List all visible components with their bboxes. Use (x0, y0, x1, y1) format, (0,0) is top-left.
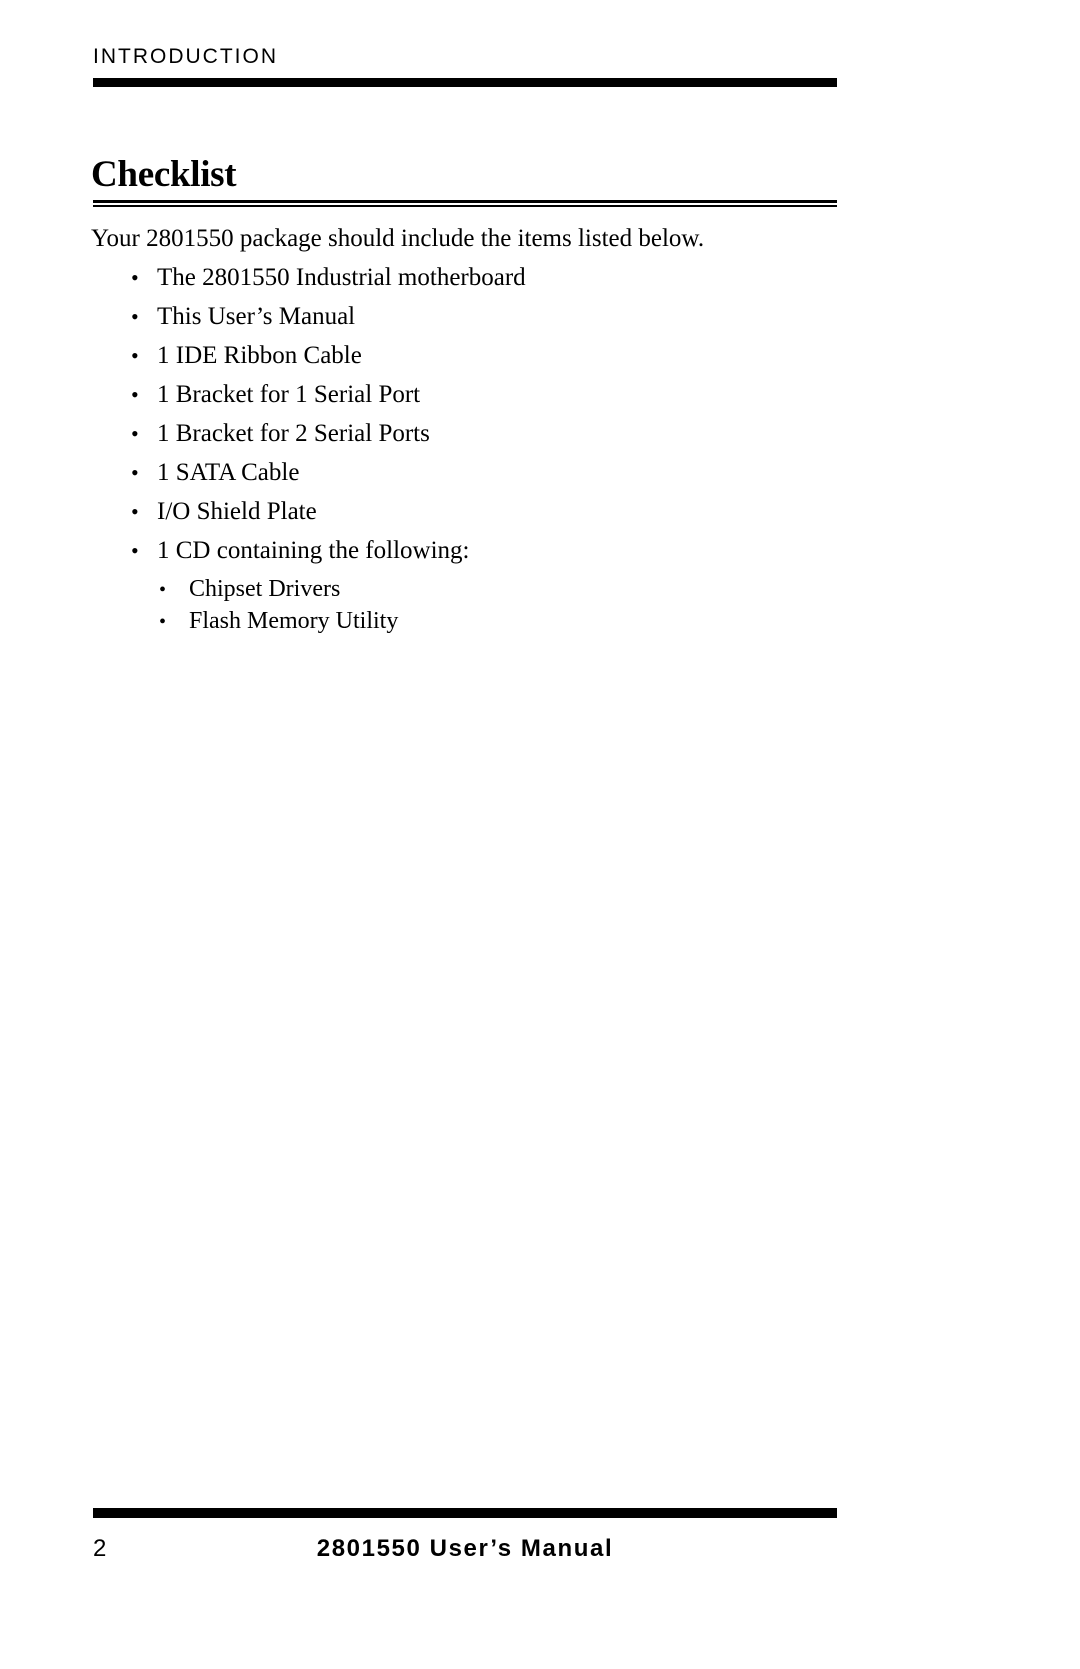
list-item-label: 1 Bracket for 2 Serial Ports (157, 420, 430, 447)
page-footer: 2 2801550 User’s Manual (93, 1532, 837, 1566)
list-item: • This User’s Manual (91, 304, 881, 343)
heading-rule-thin (93, 205, 837, 207)
intro-paragraph: Your 2801550 package should include the … (91, 225, 705, 252)
list-item: • 1 CD containing the following: (91, 538, 881, 577)
bullet-icon: • (131, 304, 139, 329)
list-item-label: I/O Shield Plate (157, 498, 317, 525)
nested-list-item-label: Flash Memory Utility (189, 608, 399, 634)
page-title: Checklist (91, 154, 237, 195)
bullet-icon: • (131, 265, 139, 290)
nested-list: • Chipset Drivers • Flash Memory Utility (91, 577, 881, 641)
bullet-icon: • (131, 499, 139, 524)
running-header: INTRODUCTION (93, 46, 837, 67)
checklist: • The 2801550 Industrial motherboard • T… (91, 265, 881, 641)
document-page: INTRODUCTION Checklist Your 2801550 pack… (0, 0, 1080, 1669)
list-item-label: The 2801550 Industrial motherboard (157, 264, 526, 291)
heading-rule-thick (93, 200, 837, 203)
list-item-label: This User’s Manual (157, 303, 356, 330)
list-item: • I/O Shield Plate (91, 499, 881, 538)
list-item-label: 1 Bracket for 1 Serial Port (157, 381, 421, 408)
list-item: • 1 Bracket for 1 Serial Port (91, 382, 881, 421)
header-rule (93, 78, 837, 87)
list-item: • 1 SATA Cable (91, 460, 881, 499)
footer-rule (93, 1508, 837, 1518)
list-item: • 1 IDE Ribbon Cable (91, 343, 881, 382)
nested-list-item-label: Chipset Drivers (189, 576, 341, 602)
footer-title: 2801550 User’s Manual (316, 1535, 614, 1562)
list-item-label: 1 CD containing the following: (157, 537, 470, 564)
bullet-icon: • (159, 611, 167, 633)
bullet-icon: • (159, 579, 167, 601)
bullet-icon: • (131, 343, 139, 368)
bullet-icon: • (131, 460, 139, 485)
bullet-icon: • (131, 538, 139, 563)
nested-list-item: • Chipset Drivers (159, 577, 881, 609)
nested-list-item: • Flash Memory Utility (159, 609, 881, 641)
list-item-label: 1 SATA Cable (157, 459, 300, 486)
list-item: • The 2801550 Industrial motherboard (91, 265, 881, 304)
list-item: • 1 Bracket for 2 Serial Ports (91, 421, 881, 460)
bullet-icon: • (131, 421, 139, 446)
bullet-icon: • (131, 382, 139, 407)
list-item-label: 1 IDE Ribbon Cable (157, 342, 362, 369)
running-header-text: INTRODUCTION (93, 45, 278, 68)
